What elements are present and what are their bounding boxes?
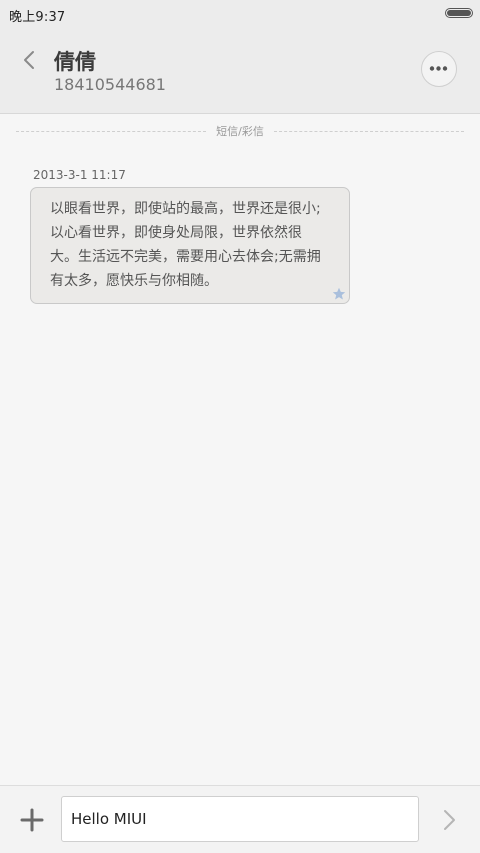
chevron-left-icon[interactable] <box>18 46 42 74</box>
send-button[interactable] <box>438 806 460 834</box>
battery-level <box>447 10 471 16</box>
star-icon <box>332 286 346 300</box>
compose-bar <box>0 785 480 853</box>
message-bubble[interactable]: 以眼看世界，即使站的最高，世界还是很小;以心看世界，即使身处局限，世界依然很大。… <box>30 187 350 304</box>
plus-icon <box>20 808 44 832</box>
chevron-right-icon <box>444 810 455 830</box>
status-bar: 晚上9:37 <box>0 0 480 28</box>
message-type-divider: 短信/彩信 <box>16 122 464 140</box>
divider-line-right <box>274 131 464 132</box>
conversation-header: 倩倩 18410544681 <box>0 28 480 114</box>
more-options-button[interactable] <box>421 51 457 87</box>
message-text: 以眼看世界，即使站的最高，世界还是很小;以心看世界，即使身处局限，世界依然很大。… <box>50 201 321 289</box>
add-attachment-button[interactable] <box>18 806 46 834</box>
message-timestamp: 2013-3-1 11:17 <box>33 168 126 182</box>
status-time: 晚上9:37 <box>9 10 66 25</box>
contact-number: 18410544681 <box>54 75 166 94</box>
more-dots-icon <box>429 66 448 71</box>
battery-icon <box>445 8 473 18</box>
message-input[interactable] <box>61 796 419 842</box>
contact-name: 倩倩 <box>54 50 96 74</box>
